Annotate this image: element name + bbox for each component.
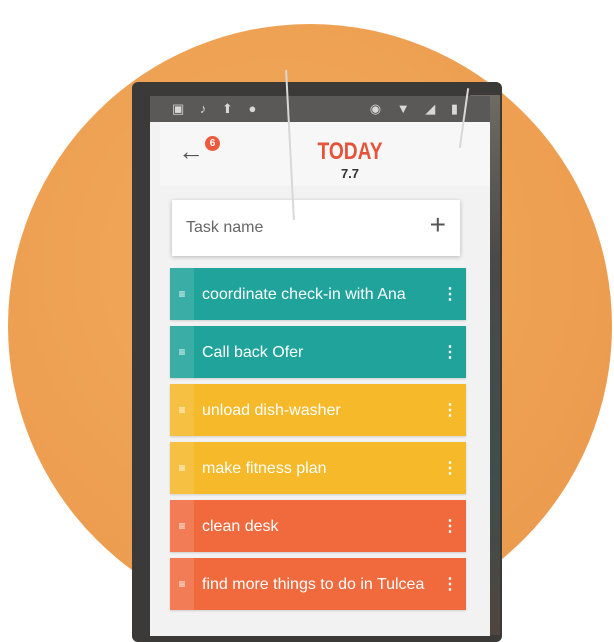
task-menu-icon[interactable]: ⋮ <box>442 442 458 494</box>
task-item[interactable]: ≡ clean desk ⋮ <box>170 500 466 552</box>
page-title: TODAY <box>317 138 383 165</box>
back-arrow-icon[interactable]: ← <box>178 136 204 166</box>
status-left-icons: ▣ ♪ ⬆ ● <box>172 101 263 116</box>
status-right-icons: ◉ ▼ ◢ ▮ <box>369 101 464 116</box>
task-item[interactable]: ≡ make fitness plan ⋮ <box>170 442 466 494</box>
drag-handle-icon[interactable]: ≡ <box>170 268 194 320</box>
task-item[interactable]: ≡ coordinate check-in with Ana ⋮ <box>170 268 466 320</box>
task-menu-icon[interactable]: ⋮ <box>442 268 458 320</box>
task-menu-icon[interactable]: ⋮ <box>442 326 458 378</box>
phone-screen: ▣ ♪ ⬆ ● ◉ ▼ ◢ ▮ ← 6 TODAY 7.7 Task name … <box>150 96 490 636</box>
task-menu-icon[interactable]: ⋮ <box>442 500 458 552</box>
app-bar: ← 6 TODAY 7.7 <box>160 122 490 186</box>
task-label[interactable]: unload dish-washer <box>202 384 438 436</box>
task-name-input[interactable]: Task name + <box>172 200 460 256</box>
add-task-plus-icon[interactable]: + <box>430 210 446 240</box>
drag-handle-icon[interactable]: ≡ <box>170 500 194 552</box>
drag-handle-icon[interactable]: ≡ <box>170 326 194 378</box>
drag-handle-icon[interactable]: ≡ <box>170 442 194 494</box>
task-menu-icon[interactable]: ⋮ <box>442 384 458 436</box>
task-label[interactable]: make fitness plan <box>202 442 438 494</box>
task-label[interactable]: Call back Ofer <box>202 326 438 378</box>
task-item[interactable]: ≡ Call back Ofer ⋮ <box>170 326 466 378</box>
task-item[interactable]: ≡ find more things to do in Tulcea ⋮ <box>170 558 466 610</box>
task-name-placeholder[interactable]: Task name <box>186 219 263 237</box>
page-date: 7.7 <box>340 166 360 181</box>
task-menu-icon[interactable]: ⋮ <box>442 558 458 610</box>
task-label[interactable]: coordinate check-in with Ana <box>202 268 438 320</box>
task-label[interactable]: find more things to do in Tulcea <box>202 558 438 610</box>
drag-handle-icon[interactable]: ≡ <box>170 384 194 436</box>
status-bar: ▣ ♪ ⬆ ● ◉ ▼ ◢ ▮ <box>150 96 490 122</box>
notification-badge: 6 <box>205 136 220 151</box>
drag-handle-icon[interactable]: ≡ <box>170 558 194 610</box>
task-item[interactable]: ≡ unload dish-washer ⋮ <box>170 384 466 436</box>
task-label[interactable]: clean desk <box>202 500 438 552</box>
